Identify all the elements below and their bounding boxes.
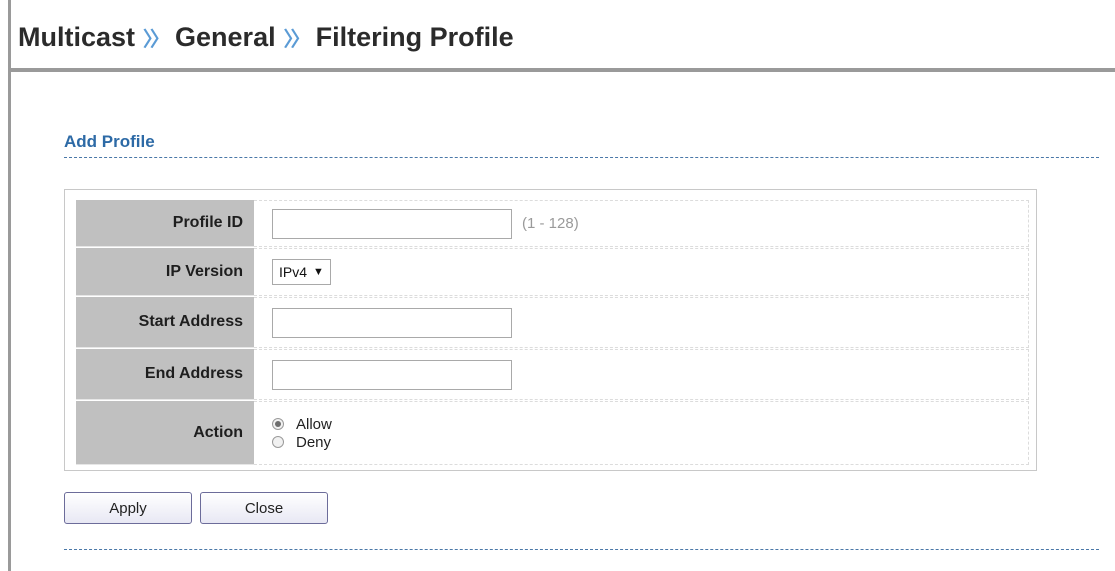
breadcrumb: Multicast 〉〉 General 〉〉 Filtering Profil… xyxy=(18,22,514,53)
deny-radio-label: Deny xyxy=(296,433,332,451)
form-row-start-address: Start Address xyxy=(76,297,1029,348)
deny-radio[interactable] xyxy=(272,436,284,448)
action-cell: Allow Deny xyxy=(254,401,1029,465)
allow-radio-label: Allow xyxy=(296,415,332,433)
section-title: Add Profile xyxy=(64,132,155,151)
action-option-deny[interactable]: Deny xyxy=(272,434,332,451)
apply-button[interactable]: Apply xyxy=(64,492,192,524)
form-row-action: Action Allow Deny xyxy=(76,401,1029,465)
action-radio-group: Allow Deny xyxy=(272,416,332,451)
form-row-ip-version: IP Version IPv4 ▼ xyxy=(76,248,1029,296)
breadcrumb-item-general[interactable]: General xyxy=(175,22,276,53)
profile-id-cell: (1 - 128) xyxy=(254,200,1029,247)
end-address-input[interactable] xyxy=(272,359,512,390)
header-divider xyxy=(8,68,1115,72)
left-border xyxy=(8,0,11,571)
profile-id-label: Profile ID xyxy=(76,200,254,247)
allow-radio[interactable] xyxy=(272,418,284,430)
ip-version-label: IP Version xyxy=(76,248,254,296)
dropdown-arrow-icon: ▼ xyxy=(313,266,324,278)
add-profile-form: Profile ID (1 - 128) IP Version IPv4 ▼ S… xyxy=(64,189,1037,471)
ip-version-selected-value: IPv4 xyxy=(279,264,308,280)
ip-version-select[interactable]: IPv4 ▼ xyxy=(272,259,331,285)
action-option-allow[interactable]: Allow xyxy=(272,416,332,433)
close-button[interactable]: Close xyxy=(200,492,328,524)
breadcrumb-item-filtering-profile: Filtering Profile xyxy=(315,22,514,52)
form-row-profile-id: Profile ID (1 - 128) xyxy=(76,200,1029,247)
breadcrumb-separator-icon: 〉〉 xyxy=(143,29,170,51)
section-divider xyxy=(64,157,1099,158)
bottom-divider xyxy=(64,549,1099,550)
breadcrumb-separator-icon: 〉〉 xyxy=(283,29,311,51)
breadcrumb-item-multicast[interactable]: Multicast xyxy=(18,22,135,53)
start-address-input[interactable] xyxy=(272,307,512,338)
profile-id-range-hint: (1 - 128) xyxy=(522,215,579,232)
start-address-cell xyxy=(254,297,1029,348)
start-address-label: Start Address xyxy=(76,297,254,348)
end-address-cell xyxy=(254,349,1029,400)
action-label: Action xyxy=(76,401,254,465)
end-address-label: End Address xyxy=(76,349,254,400)
profile-id-input[interactable] xyxy=(272,208,512,239)
form-row-end-address: End Address xyxy=(76,349,1029,400)
ip-version-cell: IPv4 ▼ xyxy=(254,248,1029,296)
